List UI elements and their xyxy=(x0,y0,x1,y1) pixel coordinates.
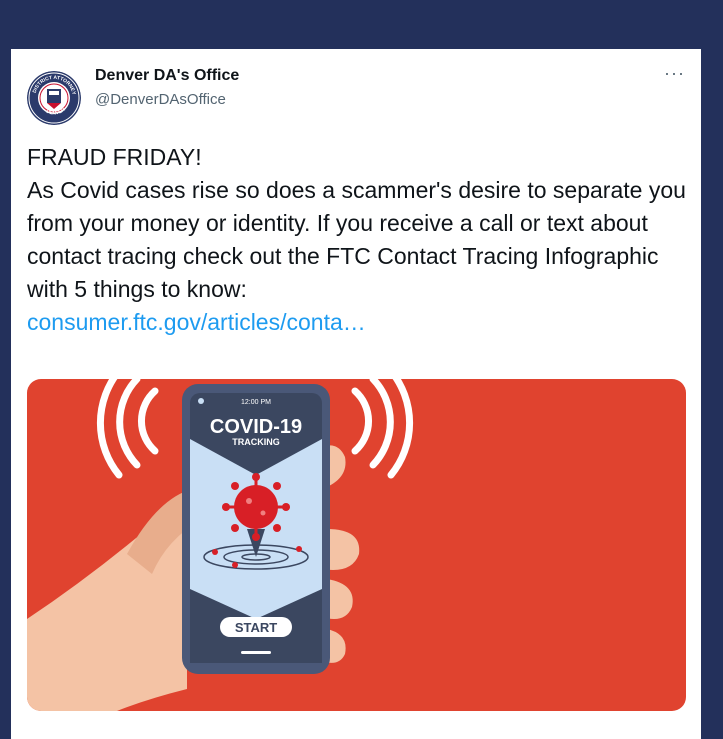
start-button-label: START xyxy=(235,620,277,635)
phone-time: 12:00 PM xyxy=(241,399,271,406)
tweet-text: FRAUD FRIDAY! As Covid cases rise so doe… xyxy=(27,141,687,339)
covid-title: COVID-19 xyxy=(210,416,302,438)
tweet-headline: FRAUD FRIDAY! xyxy=(27,144,202,170)
tweet-body: As Covid cases rise so does a scammer's … xyxy=(27,177,686,302)
covid-subtitle: TRACKING xyxy=(232,437,280,447)
tweet-card: DISTRICT ATTORNEY DENVER Denver DA's Off… xyxy=(11,49,701,739)
author-handle[interactable]: @DenverDAsOffice xyxy=(95,91,226,108)
more-options-icon[interactable]: ··· xyxy=(664,63,685,84)
avatar[interactable]: DISTRICT ATTORNEY DENVER xyxy=(27,71,81,125)
author-name[interactable]: Denver DA's Office xyxy=(95,67,239,85)
phone-illustration: 12:00 PM COVID-19 TRACKING START xyxy=(182,384,330,674)
tweet-media-image[interactable]: 12:00 PM COVID-19 TRACKING START xyxy=(27,379,686,711)
virus-icon xyxy=(222,473,290,541)
article-link[interactable]: consumer.ftc.gov/articles/conta… xyxy=(27,309,366,335)
